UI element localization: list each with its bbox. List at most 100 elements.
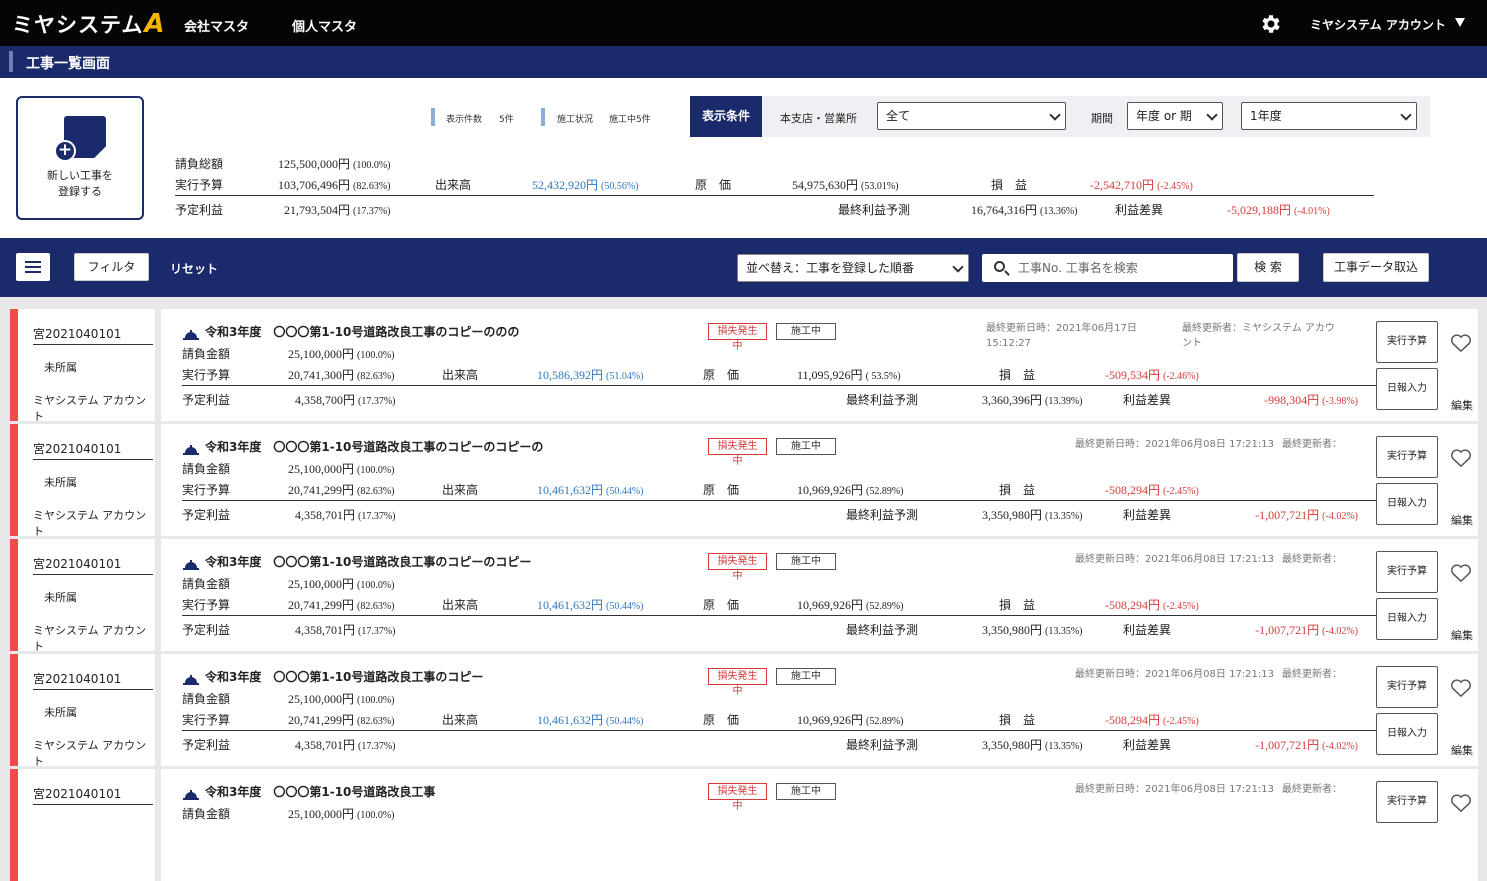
- daily-report-button[interactable]: 日報入力: [1376, 368, 1438, 410]
- app-logo[interactable]: ミヤシステムA: [12, 9, 166, 39]
- sort-select[interactable]: 並べ替え：工事を登録した順番: [737, 254, 969, 282]
- search-icon: [994, 261, 1005, 272]
- cost-label: 原 価: [703, 713, 740, 727]
- import-button[interactable]: 工事データ取込: [1323, 253, 1429, 282]
- edit-link[interactable]: 編集: [1451, 512, 1473, 528]
- heart-icon[interactable]: [1450, 793, 1472, 813]
- budget-button[interactable]: 実行予算: [1376, 551, 1438, 593]
- helmet-icon: [182, 785, 200, 800]
- diff-label: 利益差異: [1123, 393, 1172, 407]
- budget-value: 20,741,299円 (82.63%): [288, 598, 395, 612]
- project-title[interactable]: 令和3年度 〇〇〇第1-10号道路改良工事: [205, 783, 435, 800]
- project-meta: 宮2021040101: [18, 769, 161, 881]
- budget-button[interactable]: 実行予算: [1376, 781, 1438, 823]
- diff-value: -1,007,721円 (-4.02%): [1255, 623, 1358, 637]
- heart-icon[interactable]: [1450, 678, 1472, 698]
- project-id[interactable]: 宮2021040101: [33, 325, 153, 345]
- status-badge: 施工中: [776, 323, 836, 340]
- project-card[interactable]: 宮2021040101 令和3年度 〇〇〇第1-10号道路改良工事 損失発生中 施工中…: [10, 769, 1478, 881]
- done-label: 出来高: [442, 713, 479, 727]
- profit-label: 予定利益: [182, 738, 231, 752]
- project-card[interactable]: 宮2021040101 未所属 ミヤシステム アカウント 令和3年度 〇〇〇第1-10…: [10, 654, 1478, 768]
- final-value: 3,360,396円 (13.39%): [982, 393, 1083, 407]
- daily-report-button[interactable]: 日報入力: [1376, 713, 1438, 755]
- heart-icon[interactable]: [1450, 333, 1472, 353]
- project-title[interactable]: 令和3年度 〇〇〇第1-10号道路改良工事のコピーののの: [205, 323, 519, 340]
- list-menu-button[interactable]: [16, 253, 50, 281]
- budget-label: 実行予算: [182, 598, 231, 612]
- final-label: 最終利益予測: [846, 738, 919, 752]
- diff-value: -1,007,721円 (-4.02%): [1255, 738, 1358, 752]
- new-project-label: 新しい工事を 登録する: [47, 169, 113, 198]
- loss-badge: 損失発生中: [708, 438, 767, 467]
- budget-button[interactable]: 実行予算: [1376, 436, 1438, 478]
- status-badge: 施工中: [776, 668, 836, 685]
- contract-value: 25,100,000円 (100.0%): [288, 692, 395, 706]
- contract-label: 請負金額: [182, 577, 231, 591]
- project-card[interactable]: 宮2021040101 未所属 ミヤシステム アカウント 令和3年度 〇〇〇第1-10…: [10, 424, 1478, 538]
- edit-link[interactable]: 編集: [1451, 397, 1473, 413]
- status-badge: 施工中: [776, 438, 836, 455]
- chevron-down-icon: [952, 261, 964, 273]
- final-value: 3,350,980円 (13.35%): [982, 738, 1083, 752]
- nav-person-master[interactable]: 個人マスタ: [292, 16, 357, 35]
- loss-badge: 損失発生中: [708, 553, 767, 582]
- budget-label: 実行予算: [182, 483, 231, 497]
- page-title: 工事一覧画面: [26, 56, 110, 72]
- heart-icon[interactable]: [1450, 563, 1472, 583]
- profit-label: 予定利益: [182, 508, 231, 522]
- status-badge: 施工中: [776, 553, 836, 570]
- project-id[interactable]: 宮2021040101: [33, 440, 153, 460]
- cost-label: 原 価: [703, 483, 740, 497]
- project-id[interactable]: 宮2021040101: [33, 670, 153, 690]
- heart-icon[interactable]: [1450, 448, 1472, 468]
- updated-by: 最終更新者：: [1282, 669, 1342, 680]
- cost-value: 10,969,926円 (52.89%): [797, 483, 904, 497]
- cost-value: 10,969,926円 (52.89%): [797, 713, 904, 727]
- gear-icon[interactable]: [1259, 12, 1283, 36]
- chevron-down-icon: [1049, 109, 1061, 121]
- diff-value: -1,007,721円 (-4.02%): [1255, 508, 1358, 522]
- edit-link[interactable]: 編集: [1451, 742, 1473, 758]
- branch-select[interactable]: 全て: [877, 102, 1066, 130]
- project-account: ミヤシステム アカウント: [33, 394, 147, 423]
- project-card[interactable]: 宮2021040101 未所属 ミヤシステム アカウント 令和3年度 〇〇〇第1-10…: [10, 539, 1478, 653]
- search-input[interactable]: 工事No. 工事名を検索: [982, 254, 1233, 282]
- profit-value: 4,358,701円 (17.37%): [295, 508, 396, 522]
- project-id[interactable]: 宮2021040101: [33, 555, 153, 575]
- project-title[interactable]: 令和3年度 〇〇〇第1-10号道路改良工事のコピー: [205, 668, 483, 685]
- new-project-button[interactable]: + 新しい工事を 登録する: [16, 96, 144, 220]
- pl-label: 損 益: [999, 368, 1036, 382]
- status-value: 施工中5件: [609, 115, 651, 125]
- search-button[interactable]: 検 索: [1237, 253, 1299, 282]
- project-card[interactable]: 宮2021040101 未所属 ミヤシステム アカウント 令和3年度 〇〇〇第1-10…: [10, 309, 1478, 423]
- helmet-icon: [182, 555, 200, 570]
- chevron-down-icon: [1206, 109, 1218, 121]
- project-account: ミヤシステム アカウント: [33, 739, 147, 768]
- row-divider: [182, 615, 1376, 616]
- filter-button[interactable]: フィルタ: [74, 253, 149, 281]
- pl-value: -508,294円 (-2.45%): [1105, 598, 1199, 612]
- reset-button[interactable]: リセット: [170, 260, 218, 277]
- status-label: 施工状況: [557, 115, 594, 125]
- daily-report-button[interactable]: 日報入力: [1376, 598, 1438, 640]
- summary-panel: + 新しい工事を 登録する 表示件数 5件 施工状況 施工中5件 表示条件 本支店…: [0, 78, 1487, 238]
- project-id[interactable]: 宮2021040101: [33, 785, 153, 805]
- cost-label: 原 価: [703, 368, 740, 382]
- edit-link[interactable]: 編集: [1451, 627, 1473, 643]
- period-type-select[interactable]: 年度 or 期: [1127, 102, 1223, 130]
- contract-value: 25,100,000円 (100.0%): [288, 462, 395, 476]
- count-label: 表示件数: [446, 115, 483, 125]
- budget-button[interactable]: 実行予算: [1376, 321, 1438, 363]
- budget-button[interactable]: 実行予算: [1376, 666, 1438, 708]
- project-title[interactable]: 令和3年度 〇〇〇第1-10号道路改良工事のコピーのコピーの: [205, 438, 543, 455]
- project-title[interactable]: 令和3年度 〇〇〇第1-10号道路改良工事のコピーのコピー: [205, 553, 531, 570]
- caret-down-icon[interactable]: [1455, 18, 1465, 27]
- daily-report-button[interactable]: 日報入力: [1376, 483, 1438, 525]
- row-divider: [182, 500, 1376, 501]
- account-menu[interactable]: ミヤシステム アカウント: [1310, 16, 1446, 33]
- done-label: 出来高: [442, 483, 479, 497]
- budget-value: 20,741,299円 (82.63%): [288, 713, 395, 727]
- period-value-select[interactable]: 1年度: [1241, 102, 1417, 130]
- nav-company-master[interactable]: 会社マスタ: [184, 16, 249, 35]
